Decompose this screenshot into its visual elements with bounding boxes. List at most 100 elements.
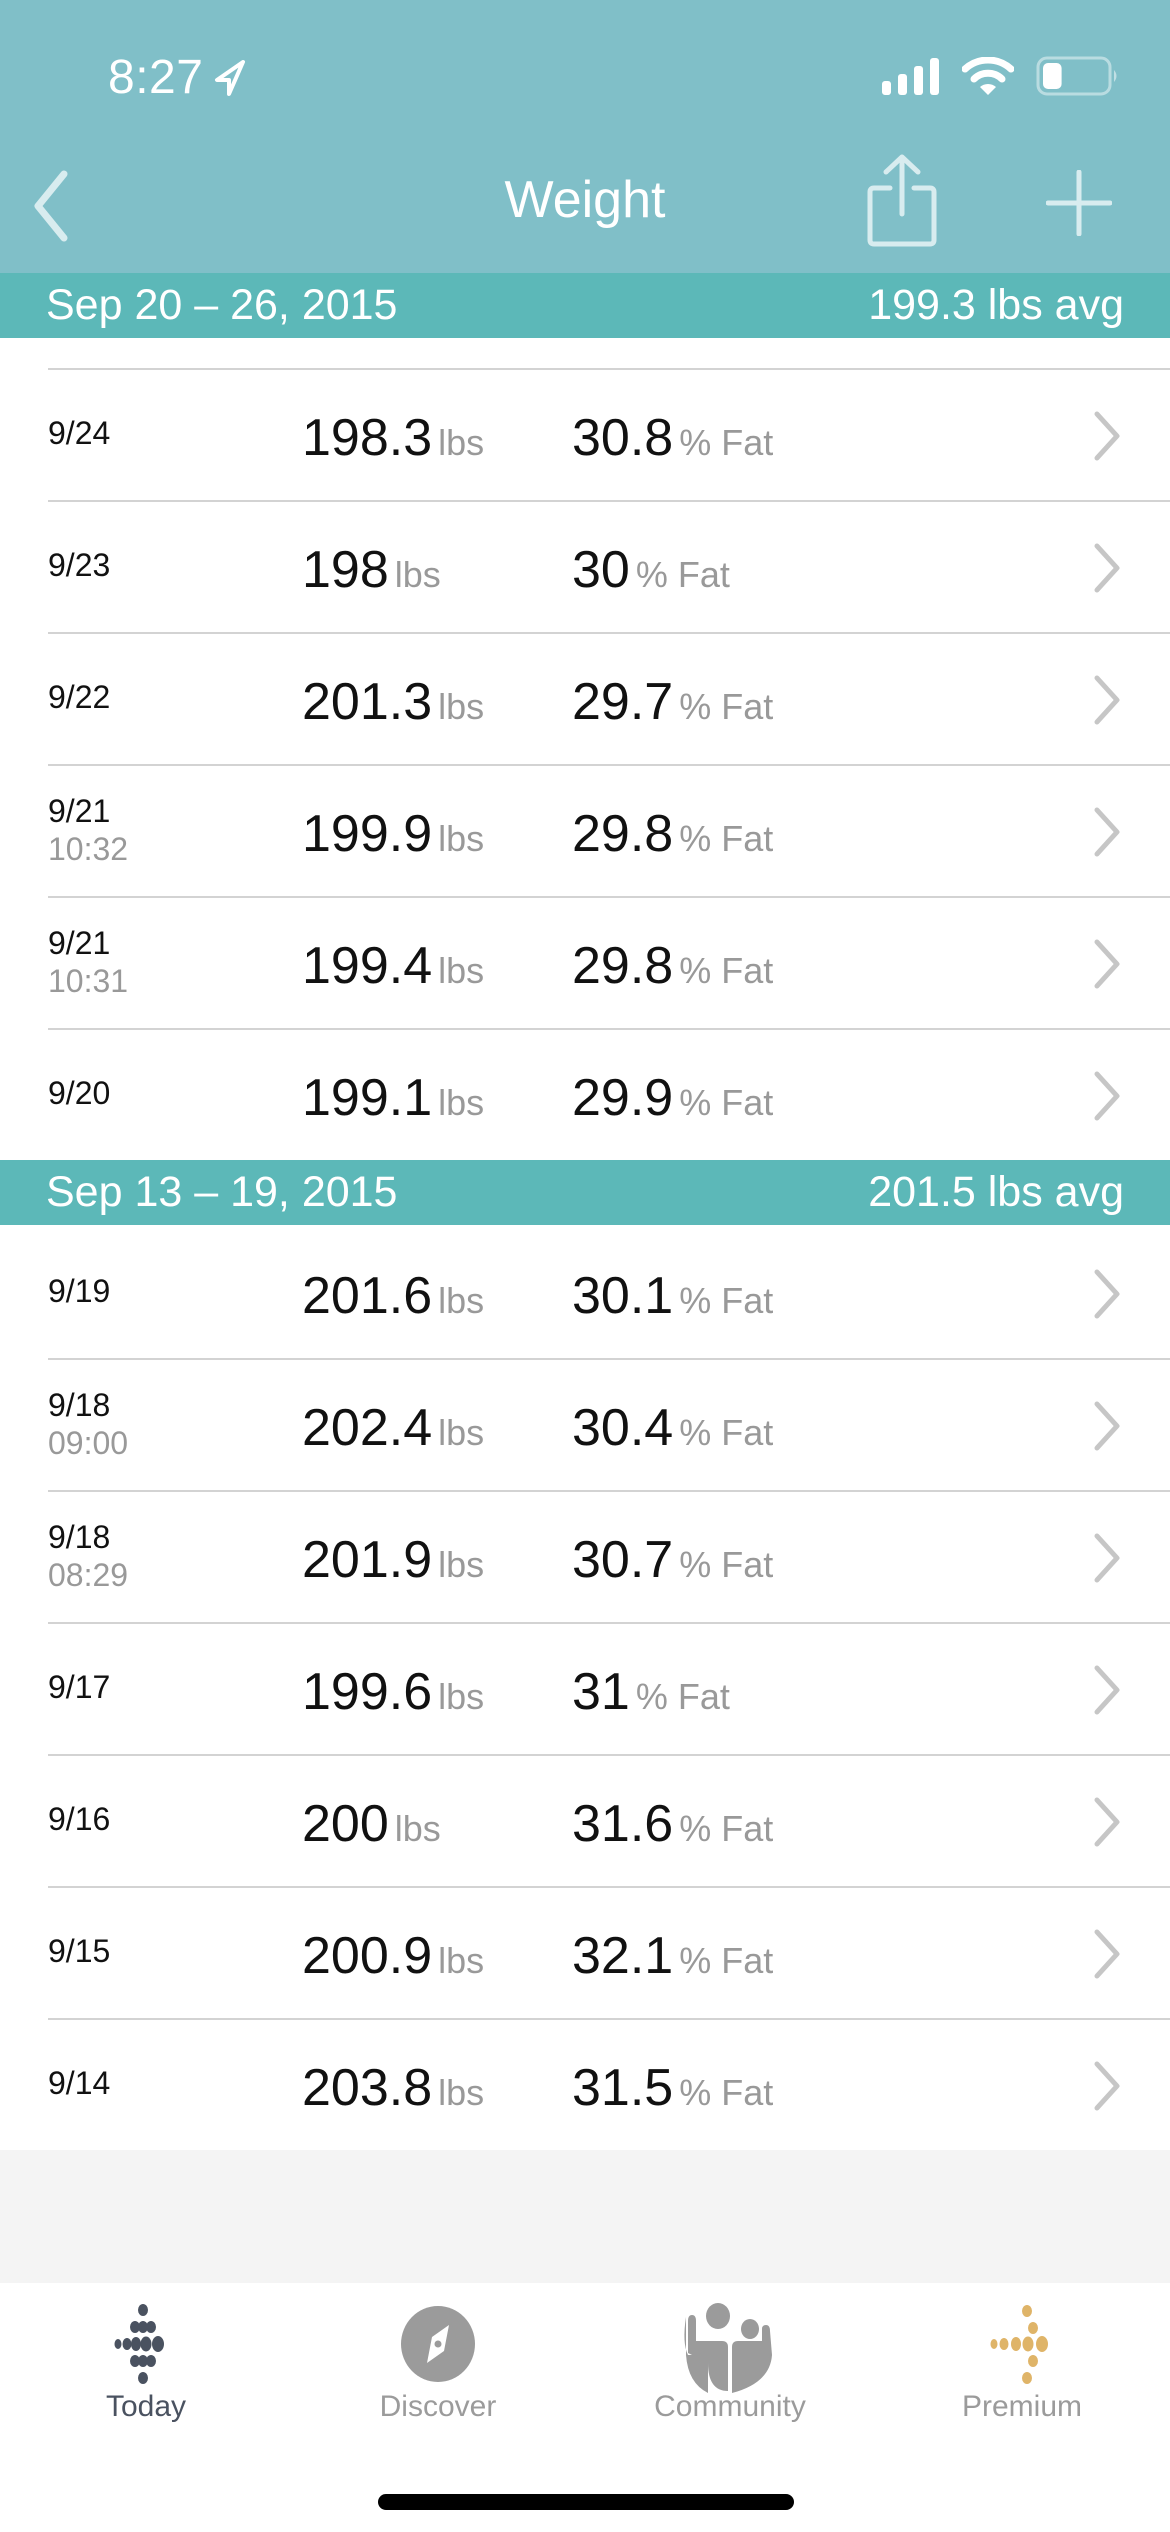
entry-weight: 202.4 lbs: [302, 1398, 484, 1458]
fat-unit: % Fat: [635, 1676, 730, 1717]
wifi-icon: [962, 57, 1014, 95]
status-indicators: [882, 56, 1120, 96]
row-separator: [48, 1886, 1170, 1888]
week-range: Sep 20 – 26, 2015: [46, 281, 398, 329]
entry-weight: 201.9 lbs: [302, 1530, 484, 1590]
add-entry-button[interactable]: [1046, 170, 1112, 236]
week-header: Sep 13 – 19, 2015 201.5 lbs avg: [0, 1160, 1170, 1225]
entry-day: 9/15: [48, 1933, 111, 1969]
weight-value: 202.4: [302, 1399, 433, 1457]
weight-entry-row[interactable]: 9/17 199.6 lbs 31% Fat: [0, 1622, 1170, 1754]
tab-today[interactable]: Today: [0, 2283, 292, 2483]
weight-entry-row[interactable]: 9/21 10:31 199.4 lbs 29.8% Fat: [0, 896, 1170, 1028]
weight-entry-row[interactable]: 9/23 198 lbs 30% Fat: [0, 500, 1170, 632]
entry-day: 9/18: [48, 1519, 111, 1555]
weight-entry-row[interactable]: 9/15 200.9 lbs 32.1% Fat: [0, 1886, 1170, 2018]
weight-value: 198: [302, 541, 389, 599]
entry-weight: 199.9 lbs: [302, 804, 484, 864]
row-separator: [48, 764, 1170, 766]
battery-icon: [1036, 56, 1117, 96]
row-separator: [48, 500, 1170, 502]
weight-unit: lbs: [394, 1808, 441, 1849]
entry-date: 9/21 10:32: [48, 792, 128, 868]
week-list-2: 9/19 201.6 lbs 30.1% Fat 9/18 09:00 202.4 lbs 30…: [0, 1225, 1170, 2150]
fat-unit: % Fat: [679, 1808, 774, 1849]
entry-day: 9/23: [48, 547, 111, 583]
tab-discover[interactable]: Discover: [292, 2283, 584, 2483]
weight-entry-row[interactable]: 9/22 201.3 lbs 29.7% Fat: [0, 632, 1170, 764]
chevron-right-icon: [1094, 2061, 1120, 2111]
share-button[interactable]: [866, 154, 938, 248]
weight-entry-row[interactable]: 9/16 200 lbs 31.6% Fat: [0, 1754, 1170, 1886]
home-indicator[interactable]: [378, 2494, 794, 2510]
top-bar: 8:27 Weight: [0, 0, 1170, 273]
community-people-icon: [684, 2303, 772, 2393]
weight-entry-row[interactable]: 9/14 203.8 lbs 31.5% Fat: [0, 2018, 1170, 2150]
weight-unit: lbs: [438, 686, 485, 727]
fat-unit: % Fat: [679, 422, 774, 463]
entry-weight: 199.4 lbs: [302, 936, 484, 996]
weight-unit: lbs: [438, 2072, 485, 2113]
chevron-right-icon: [1094, 1665, 1120, 1715]
weight-unit: lbs: [438, 1544, 485, 1585]
weight-value: 199.9: [302, 805, 433, 863]
entry-date: 9/23: [48, 546, 110, 584]
entry-date: 9/22: [48, 678, 110, 716]
weight-value: 198.3: [302, 409, 433, 467]
fat-unit: % Fat: [679, 1412, 774, 1453]
weight-entry-row[interactable]: 9/18 08:29 201.9 lbs 30.7% Fat: [0, 1490, 1170, 1622]
entry-weight: 201.3 lbs: [302, 672, 484, 732]
fat-unit: % Fat: [679, 1544, 774, 1585]
weight-entry-row[interactable]: 9/21 10:32 199.9 lbs 29.8% Fat: [0, 764, 1170, 896]
row-separator: [48, 1490, 1170, 1492]
entry-weight: 198 lbs: [302, 540, 441, 600]
fat-value: 32.1: [572, 1927, 674, 1985]
entry-body-fat: 29.8% Fat: [572, 804, 773, 864]
weight-value: 201.6: [302, 1267, 433, 1325]
entry-body-fat: 31.6% Fat: [572, 1794, 773, 1854]
weight-unit: lbs: [438, 818, 485, 859]
row-separator: [48, 1754, 1170, 1756]
entry-time: 10:31: [48, 963, 129, 999]
entry-date: 9/18 09:00: [48, 1386, 128, 1462]
entry-body-fat: 29.9% Fat: [572, 1068, 773, 1128]
entry-body-fat: 30.4% Fat: [572, 1398, 773, 1458]
premium-dots-icon: [990, 2305, 1048, 2384]
entry-day: 9/16: [48, 1801, 111, 1837]
fat-unit: % Fat: [679, 1280, 774, 1321]
entry-weight: 203.8 lbs: [302, 2058, 484, 2118]
entry-date: 9/19: [48, 1272, 110, 1310]
entry-day: 9/21: [48, 793, 111, 829]
entry-body-fat: 29.7% Fat: [572, 672, 773, 732]
weight-unit: lbs: [438, 1412, 485, 1453]
weight-value: 203.8: [302, 2059, 433, 2117]
entry-body-fat: 30% Fat: [572, 540, 730, 600]
weight-entry-row[interactable]: 9/19 201.6 lbs 30.1% Fat: [0, 1226, 1170, 1358]
weight-entry-row[interactable]: 9/24 198.3 lbs 30.8% Fat: [0, 368, 1170, 500]
entry-date: 9/24: [48, 414, 110, 452]
entry-weight: 199.6 lbs: [302, 1662, 484, 1722]
tab-premium[interactable]: Premium: [876, 2283, 1168, 2483]
entry-time: 09:00: [48, 1425, 129, 1461]
weight-value: 200: [302, 1795, 389, 1853]
row-separator: [48, 2018, 1170, 2020]
chevron-right-icon: [1094, 1533, 1120, 1583]
fat-value: 29.7: [572, 673, 674, 731]
entry-date: 9/18 08:29: [48, 1518, 128, 1594]
chevron-right-icon: [1094, 675, 1120, 725]
chevron-right-icon: [1094, 1071, 1120, 1121]
tab-community[interactable]: Community: [584, 2283, 876, 2483]
fat-value: 30.7: [572, 1531, 674, 1589]
entry-body-fat: 32.1% Fat: [572, 1926, 773, 1986]
fat-unit: % Fat: [679, 2072, 774, 2113]
entry-day: 9/21: [48, 925, 111, 961]
weight-entry-row[interactable]: 9/20 199.1 lbs 29.9% Fat: [0, 1028, 1170, 1160]
fat-value: 31: [572, 1663, 630, 1721]
week-list-1: 9/24 198.3 lbs 30.8% Fat 9/23 198 lbs 30% Fat 9/…: [0, 338, 1170, 1160]
weight-entry-row[interactable]: 9/18 09:00 202.4 lbs 30.4% Fat: [0, 1358, 1170, 1490]
entry-weight: 198.3 lbs: [302, 408, 484, 468]
entry-time: 10:32: [48, 831, 129, 867]
location-arrow-icon: [215, 59, 246, 96]
entry-day: 9/20: [48, 1075, 111, 1111]
weight-value: 199.1: [302, 1069, 433, 1127]
